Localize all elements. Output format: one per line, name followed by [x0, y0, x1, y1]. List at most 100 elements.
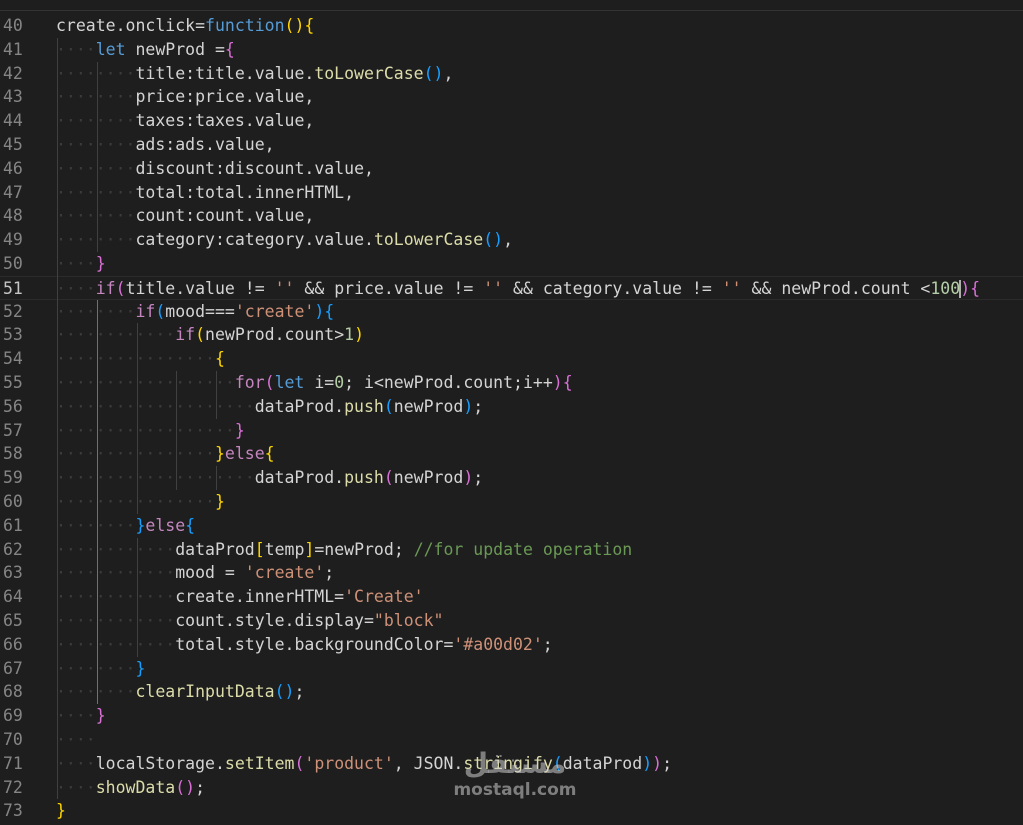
code-line[interactable]: 50 ····}	[0, 252, 1023, 276]
code-token: (	[264, 373, 275, 392]
code-line[interactable]: 65 ············count.style.display="block…	[0, 609, 1023, 633]
code-line[interactable]: 53 ············if(newProd.count>1)	[0, 323, 1023, 347]
line-number: 40	[3, 16, 23, 35]
code-line[interactable]: 41 ····let newProd ={	[0, 38, 1023, 62]
code-token: backgroundColor	[294, 634, 444, 654]
code-token: value	[185, 278, 235, 298]
code-token: toLowerCase	[373, 230, 484, 250]
code-line[interactable]: 55 ··················for(let i=0; i<newPr…	[0, 371, 1023, 395]
code-token: (	[294, 753, 305, 773]
code-token: !=	[443, 278, 484, 298]
code-token: push	[344, 396, 384, 416]
indent-guide	[216, 466, 218, 490]
code-token: ()	[175, 777, 196, 797]
code-token: ,	[344, 182, 355, 202]
line-number: 73	[3, 801, 23, 821]
line-number: 61	[3, 515, 23, 535]
code-token: :	[214, 158, 225, 178]
indent-whitespace: ········	[56, 301, 136, 321]
code-token: dataProd	[254, 468, 335, 488]
code-token: if	[175, 325, 196, 345]
code-line[interactable]: 51 ····if(title.value != '' && price.valu…	[0, 275, 1023, 300]
line-number: 71	[3, 753, 23, 773]
code-token: }	[214, 444, 225, 464]
code-token: :	[185, 182, 196, 202]
line-code: ················{	[56, 347, 225, 371]
indent-whitespace: ····	[56, 39, 96, 59]
code-token: display	[294, 611, 364, 630]
code-line[interactable]: 58 ················}else{	[0, 442, 1023, 466]
code-token: {	[324, 301, 335, 321]
code-line[interactable]: 64 ············create.innerHTML='Create'	[0, 585, 1023, 609]
code-line[interactable]: 46 ········discount:discount.value,	[0, 157, 1023, 181]
code-line[interactable]: 68 ········clearInputData();	[0, 680, 1023, 704]
code-token: count	[463, 373, 514, 392]
code-line[interactable]: 43 ········price:price.value,	[0, 85, 1023, 109]
code-token: [	[254, 539, 265, 559]
line-code: ····showData();	[56, 776, 205, 800]
indent-whitespace: ····	[56, 777, 96, 797]
code-line[interactable]: 48 ········count:count.value,	[0, 204, 1023, 228]
code-token: dataProd	[175, 539, 255, 559]
indent-whitespace: ········	[56, 111, 136, 131]
code-token: .	[304, 63, 315, 83]
code-token: value	[393, 278, 444, 298]
code-line[interactable]: 59 ····················dataProd.push(newP…	[0, 466, 1023, 490]
code-line[interactable]: 66 ············total.style.backgroundColo…	[0, 633, 1023, 657]
code-line[interactable]: 49 ········category:category.value.toLowe…	[0, 228, 1023, 252]
code-token: }	[214, 492, 225, 511]
line-code: ····}	[56, 704, 106, 728]
code-token: }	[95, 706, 106, 726]
code-line[interactable]: 40 create.onclick=function(){	[0, 14, 1023, 38]
line-number: 69	[3, 706, 23, 726]
code-token: .	[364, 230, 374, 250]
code-line[interactable]: 44 ········taxes:taxes.value,	[0, 109, 1023, 133]
code-token: newProd	[324, 539, 394, 559]
code-line[interactable]: 42 ········title:title.value.toLowerCase(…	[0, 62, 1023, 86]
code-token: mood	[165, 301, 206, 321]
code-token: price	[195, 87, 245, 107]
indent-whitespace: ····	[56, 730, 96, 749]
code-line[interactable]: 73}	[0, 799, 1023, 823]
code-editor[interactable]: 40 create.onclick=function(){41 ····let ne…	[0, 0, 1023, 825]
code-token: total	[175, 634, 225, 654]
code-token: style	[234, 634, 285, 654]
watermark-arabic: مستقل	[463, 747, 567, 780]
code-token: ,	[503, 230, 514, 250]
code-line[interactable]: 54 ················{	[0, 347, 1023, 371]
code-line[interactable]: 47 ········total:total.innerHTML,	[0, 181, 1023, 205]
code-token: (	[383, 468, 394, 488]
code-line[interactable]: 52 ········if(mood==='create'){	[0, 300, 1023, 324]
code-token: category	[224, 230, 305, 250]
code-token: ]	[304, 539, 315, 559]
code-line[interactable]: 45 ········ads:ads.value,	[0, 133, 1023, 157]
line-code: ········count:count.value,	[56, 204, 314, 228]
code-line[interactable]: 62 ············dataProd[temp]=newProd; //…	[0, 538, 1023, 562]
code-token: count	[860, 278, 911, 298]
code-token: :	[165, 135, 176, 154]
line-number: 48	[3, 206, 23, 226]
indent-whitespace: ············	[56, 611, 176, 630]
code-token: &&	[503, 278, 543, 298]
code-line[interactable]: 63 ············mood = 'create';	[0, 561, 1023, 585]
code-token: )	[354, 325, 364, 345]
code-token: value	[254, 206, 305, 226]
code-token: .	[850, 278, 861, 298]
code-token: ;	[662, 753, 672, 773]
line-code: ········ads:ads.value,	[56, 133, 275, 157]
code-line[interactable]: 69 ····}	[0, 704, 1023, 728]
line-number: 64	[3, 587, 23, 607]
code-token: =	[205, 39, 225, 59]
line-number: 46	[3, 158, 23, 178]
line-code: ················}else{	[56, 442, 275, 466]
code-line[interactable]: 56 ····················dataProd.push(newP…	[0, 395, 1023, 419]
code-token: title	[135, 63, 186, 83]
code-line[interactable]: 67 ········}	[0, 657, 1023, 681]
line-number: 60	[3, 492, 23, 511]
code-line[interactable]: 60 ················}	[0, 490, 1023, 514]
code-token: newProd	[383, 373, 454, 392]
line-number: 62	[3, 539, 23, 559]
code-line[interactable]: 61 ········}else{	[0, 514, 1023, 538]
code-line[interactable]: 57 ··················}	[0, 419, 1023, 443]
